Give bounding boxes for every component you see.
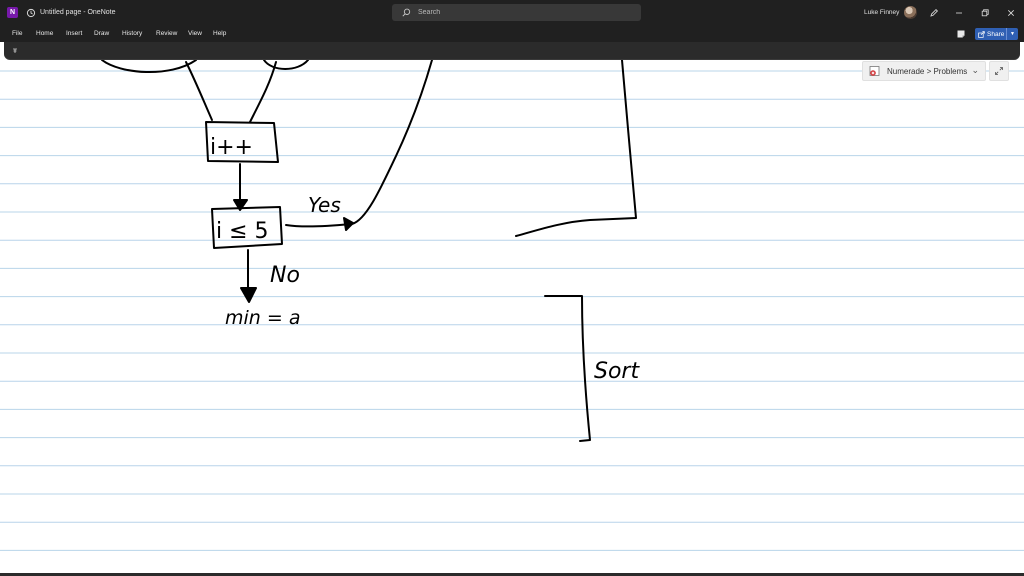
tab-review[interactable]: Review (156, 26, 177, 42)
expand-icon (995, 67, 1003, 75)
ink-text-no: No (270, 263, 300, 288)
search-icon (402, 4, 414, 21)
ink-text-sort: Sort (594, 359, 640, 384)
close-icon (1008, 10, 1014, 16)
ink-arc-left (101, 60, 197, 74)
note-page[interactable]: i++ i ≤ 5 Yes No min = a Sort (0, 60, 1024, 576)
title-bar: N Untitled page - OneNote Luke Finney (0, 0, 1024, 26)
close-button[interactable] (998, 0, 1024, 26)
ink-canvas[interactable]: i++ i ≤ 5 Yes No min = a Sort (0, 60, 1024, 576)
pen-icon[interactable] (926, 0, 942, 26)
ink-text-assignment: min = a (225, 307, 300, 329)
search-box[interactable] (392, 4, 641, 21)
ink-text-condition: i ≤ 5 (216, 219, 269, 244)
pin-icon[interactable] (11, 47, 19, 55)
sticky-note-icon[interactable] (956, 29, 966, 39)
tab-insert[interactable]: Insert (66, 26, 82, 42)
ink-text: i++ i ≤ 5 Yes No min = a Sort (210, 135, 640, 384)
notebook-breadcrumb: Numerade > Problems (887, 66, 968, 76)
ink-arrowhead-2 (240, 287, 257, 303)
expand-button[interactable] (989, 61, 1009, 81)
flowchart-ink (101, 60, 637, 442)
share-icon (978, 30, 985, 38)
share-button[interactable]: Share ▼ (975, 28, 1018, 40)
minimize-button[interactable] (946, 0, 972, 26)
tab-view[interactable]: View (188, 26, 202, 42)
ink-bracket-sort (544, 295, 591, 442)
tab-file[interactable]: File (12, 26, 22, 42)
search-input[interactable] (418, 9, 618, 16)
ink-text-increment: i++ (210, 135, 253, 160)
minimize-icon (956, 12, 962, 14)
onenote-logo-icon: N (7, 7, 18, 18)
notebook-switcher[interactable]: Numerade > Problems ⌄ (862, 61, 986, 81)
ink-yes-line (285, 223, 351, 228)
sync-icon[interactable] (24, 0, 38, 26)
tab-history[interactable]: History (122, 26, 142, 42)
avatar[interactable] (904, 6, 917, 19)
collapsed-toolbar (4, 42, 1020, 60)
ink-text-yes: Yes (308, 193, 341, 217)
user-name[interactable]: Luke Finney (864, 0, 899, 26)
ink-bracket-top (515, 60, 637, 237)
restore-icon (981, 9, 989, 17)
tab-help[interactable]: Help (213, 26, 226, 42)
ink-loop-back (351, 60, 433, 225)
restore-button[interactable] (972, 0, 998, 26)
chevron-down-icon[interactable]: ▼ (1006, 28, 1015, 40)
tab-draw[interactable]: Draw (94, 26, 109, 42)
menu-ribbon: File Home Insert Draw History Review Vie… (0, 26, 1024, 42)
chevron-down-icon: ⌄ (971, 65, 979, 75)
window-title: Untitled page - OneNote (40, 9, 116, 16)
tab-home[interactable]: Home (36, 26, 53, 42)
notebook-icon (869, 65, 881, 77)
rule-lines (0, 70, 1024, 551)
ink-arc-right (263, 60, 309, 70)
share-label: Share (987, 30, 1005, 38)
